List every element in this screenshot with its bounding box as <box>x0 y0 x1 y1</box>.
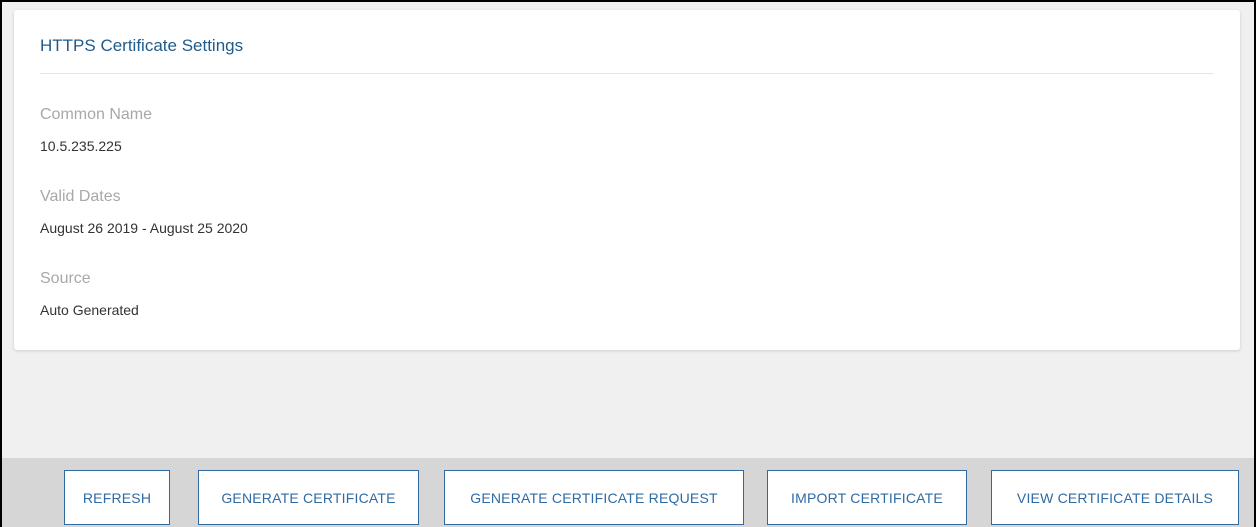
valid-dates-value: August 26 2019 - August 25 2020 <box>40 220 248 236</box>
common-name-label: Common Name <box>40 106 153 123</box>
source-value: Auto Generated <box>40 302 139 318</box>
page-frame: HTTPS Certificate Settings Common Name 1… <box>0 0 1256 527</box>
card-title: HTTPS Certificate Settings <box>40 36 244 55</box>
https-certificate-card: HTTPS Certificate Settings Common Name 1… <box>14 10 1240 350</box>
view-certificate-details-button[interactable]: VIEW CERTIFICATE DETAILS <box>991 470 1239 525</box>
title-divider <box>40 73 1214 74</box>
valid-dates-label: Valid Dates <box>40 188 121 205</box>
generate-certificate-request-button[interactable]: GENERATE CERTIFICATE REQUEST <box>444 470 744 525</box>
generate-certificate-button[interactable]: GENERATE CERTIFICATE <box>198 470 419 525</box>
common-name-value: 10.5.235.225 <box>40 138 122 154</box>
import-certificate-button[interactable]: IMPORT CERTIFICATE <box>767 470 967 525</box>
refresh-button[interactable]: REFRESH <box>64 470 170 525</box>
source-label: Source <box>40 270 91 287</box>
action-footer: REFRESH GENERATE CERTIFICATE GENERATE CE… <box>2 458 1254 527</box>
